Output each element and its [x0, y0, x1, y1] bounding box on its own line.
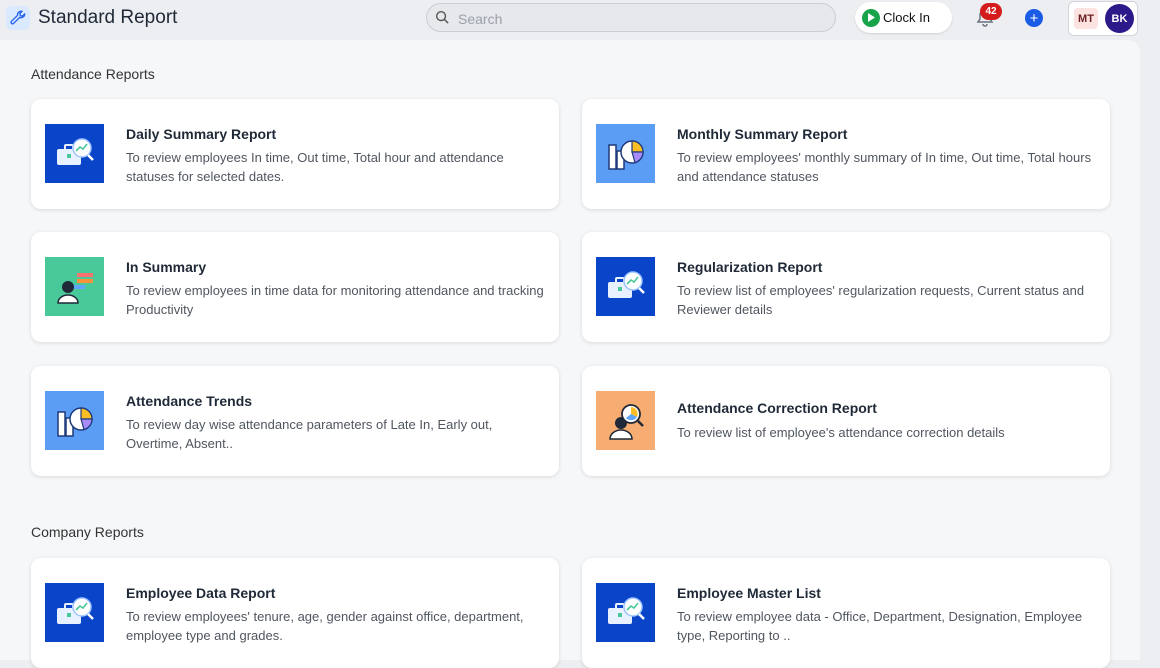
- report-card-employee-master-list[interactable]: Employee Master List To review employee …: [582, 558, 1110, 668]
- play-icon: [862, 8, 880, 27]
- profile-switcher[interactable]: MT BK: [1068, 1, 1138, 36]
- search-input[interactable]: [456, 8, 820, 29]
- report-card-in-summary[interactable]: In Summary To review employees in time d…: [31, 232, 559, 342]
- card-title: Daily Summary Report: [126, 126, 277, 142]
- report-card-daily-summary[interactable]: Daily Summary Report To review employees…: [31, 99, 559, 209]
- top-bar: Standard Report Clock In 42 + MT BK: [0, 0, 1160, 38]
- search-icon: [435, 10, 450, 30]
- card-description: To review employees In time, Out time, T…: [126, 150, 504, 184]
- section-title: Company Reports: [31, 524, 144, 540]
- section-title: Attendance Reports: [31, 66, 155, 82]
- card-description: To review list of employees' regularizat…: [677, 283, 1085, 317]
- card-title: Employee Master List: [677, 585, 821, 601]
- briefcase-chart-icon: [45, 583, 104, 642]
- card-description: To review employee data - Office, Depart…: [677, 609, 1083, 643]
- page-title: Standard Report: [38, 7, 178, 28]
- card-title: Monthly Summary Report: [677, 126, 848, 142]
- card-title: Attendance Correction Report: [677, 400, 877, 416]
- report-card-attendance-correction[interactable]: Attendance Correction Report To review l…: [582, 366, 1110, 476]
- card-title: Employee Data Report: [126, 585, 276, 601]
- wrench-icon[interactable]: [6, 6, 30, 30]
- report-card-monthly-summary[interactable]: Monthly Summary Report To review employe…: [582, 99, 1110, 209]
- card-description: To review day wise attendance parameters…: [126, 417, 493, 451]
- briefcase-chart-icon: [596, 583, 655, 642]
- bar-pie-chart-icon: [596, 124, 655, 183]
- clock-in-button[interactable]: Clock In: [855, 2, 952, 33]
- avatar[interactable]: MT: [1074, 8, 1098, 29]
- person-magnifier-icon: [596, 391, 655, 450]
- report-card-attendance-trends[interactable]: Attendance Trends To review day wise att…: [31, 366, 559, 476]
- report-panel: Attendance Reports Daily Summary Report …: [0, 40, 1140, 668]
- clock-in-label: Clock In: [883, 10, 930, 25]
- card-description: To review employees in time data for mon…: [126, 283, 544, 317]
- card-title: In Summary: [126, 259, 207, 275]
- person-checklist-icon: [45, 257, 104, 316]
- card-title: Attendance Trends: [126, 393, 253, 409]
- notification-badge: 42: [980, 3, 1002, 20]
- avatar[interactable]: BK: [1105, 4, 1134, 33]
- search-bar[interactable]: [426, 3, 836, 32]
- card-title: Regularization Report: [677, 259, 823, 275]
- briefcase-chart-icon: [45, 124, 104, 183]
- bar-pie-chart-icon: [45, 391, 104, 450]
- report-card-regularization[interactable]: Regularization Report To review list of …: [582, 232, 1110, 342]
- card-description: To review employees' monthly summary of …: [677, 150, 1092, 184]
- card-description: To review list of employee's attendance …: [677, 425, 1005, 440]
- card-description: To review employees' tenure, age, gender…: [126, 609, 524, 643]
- briefcase-chart-icon: [596, 257, 655, 316]
- report-card-employee-data[interactable]: Employee Data Report To review employees…: [31, 558, 559, 668]
- add-icon[interactable]: +: [1025, 9, 1043, 27]
